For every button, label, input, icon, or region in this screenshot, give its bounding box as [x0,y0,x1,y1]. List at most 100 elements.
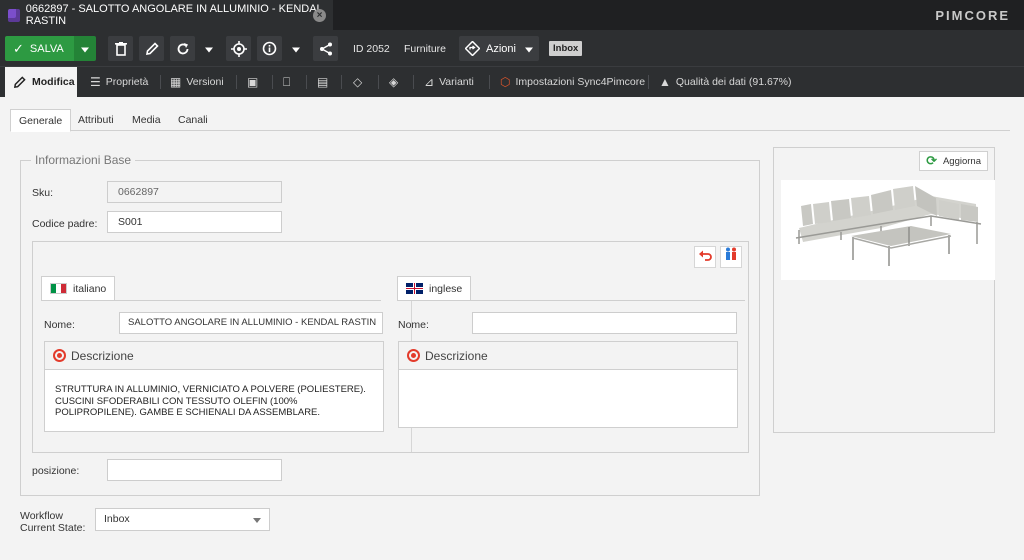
reload-button[interactable] [170,36,195,61]
reload-icon [177,42,188,54]
description-panel-en: Descrizione [398,341,738,428]
description-title: Descrizione [425,348,488,363]
calendar-icon: ▣ [247,75,259,89]
tab-label: Proprietà [105,76,149,88]
name-field-en[interactable] [472,312,737,334]
tab-label: Modifica [32,76,75,88]
tab-label: Impostazioni Sync4Pimcore [515,76,646,88]
tab-attributi[interactable]: Attributi [70,109,122,131]
description-editor-it[interactable]: STRUTTURA IN ALLUMINIO, VERNICIATO A POL… [45,370,383,433]
show-in-tree-button[interactable] [226,36,251,61]
toolbar: ✓ SALVA ID 2052 Furniture Azioni Inbox [0,30,1024,66]
tab-notes[interactable]: ▤ [317,67,333,97]
editor-tabs: Modifica ☰ Proprietà ▦ Versioni ▣ ⎕ ▤ ◇ … [0,66,1024,97]
position-label: posizione: [32,465,80,477]
pencil-icon [13,75,26,88]
actions-button[interactable]: Azioni [459,36,539,61]
sku-field[interactable]: 0662897 [107,181,282,203]
rename-button[interactable] [139,36,164,61]
chevron-down-icon [524,47,533,52]
description-panel-it: Descrizione STRUTTURA IN ALLUMINIO, VERN… [44,341,384,432]
sync-icon: ⬡ [500,75,511,89]
document-tab[interactable]: 0662897 - SALOTTO ANGOLARE IN ALLUMINIO … [0,0,333,30]
name-field-it[interactable]: SALOTTO ANGOLARE IN ALLUMINIO - KENDAL R… [119,312,383,334]
refresh-icon: ⟳ [926,153,937,168]
close-tab-icon[interactable]: × [313,9,326,22]
chevron-down-icon [253,518,261,523]
preview-image-panel: ⟳ Aggiorna [773,147,995,433]
tab-varianti[interactable]: ⊿ Varianti [424,67,474,97]
tab-sync4pimcore[interactable]: ⬡ Impostazioni Sync4Pimcore [500,67,645,97]
tab-bookmarks[interactable]: ⎕ [283,67,295,97]
object-id: ID 2052 [353,43,390,55]
save-dropdown-button[interactable] [74,36,96,61]
tab-canali[interactable]: Canali [170,109,216,131]
refresh-image-button[interactable]: ⟳ Aggiorna [919,151,988,171]
versions-icon: ▦ [170,75,182,89]
undo-button[interactable] [694,246,716,268]
bookmark-icon: ⎕ [283,74,291,89]
translate-button[interactable] [720,246,742,268]
sku-label: Sku: [32,187,54,199]
tab-modifica[interactable]: Modifica [5,67,77,97]
share-button[interactable] [313,36,338,61]
reload-dropdown-button[interactable] [201,36,217,61]
brand-logo: PIMCORE [935,8,1010,23]
basic-info-fieldset: Informazioni Base Sku: 0662897 Codice pa… [20,153,760,496]
tab-locale-italiano[interactable]: italiano [41,276,116,300]
locale-tab-label: italiano [73,282,107,295]
tab-label: Versioni [186,76,224,88]
product-image [781,180,995,280]
description-editor-en[interactable] [399,370,737,398]
tab-label: Varianti [439,76,474,88]
name-label-it: Nome: [44,319,75,331]
trash-icon [114,41,127,56]
undo-icon [698,250,712,261]
tab-proprieta[interactable]: ☰ Proprietà [90,67,148,97]
object-class: Furniture [404,43,447,55]
variants-icon: ⊿ [424,75,435,89]
sliders-icon: ☰ [90,75,101,89]
tab-locale-inglese[interactable]: inglese [397,276,472,300]
save-label: SALVA [29,42,64,55]
object-cube-icon [8,8,20,22]
fieldset-legend: Informazioni Base [31,153,136,167]
tab-generale[interactable]: Generale [10,109,72,132]
target-icon [53,349,66,362]
position-field[interactable] [107,459,282,481]
tab-label: Qualità dei dati (91.67%) [675,76,792,88]
tab-versioni[interactable]: ▦ Versioni [170,67,224,97]
workflow-state-select[interactable]: Inbox [95,508,270,531]
delete-button[interactable] [108,36,133,61]
chevron-down-icon [205,47,213,52]
chevron-down-icon [292,47,300,52]
quality-icon: ▲ [659,75,671,89]
workflow-state-badge: Inbox [549,41,583,56]
workflow-label: Workflow Current State: [20,510,86,534]
chevron-down-icon [81,47,89,52]
localized-tools [690,246,742,268]
workflow-state-value: Inbox [104,513,130,525]
share-icon [319,42,332,55]
refresh-label: Aggiorna [942,155,981,167]
name-label-en: Nome: [398,319,429,331]
parent-code-label: Codice padre: [32,218,98,230]
tab-data-quality[interactable]: ▲ Qualità dei dati (91.67%) [659,67,791,97]
inner-tabs: Generale Attributi Media Canali [10,109,1010,132]
save-button[interactable]: ✓ SALVA [5,36,74,61]
tab-media[interactable]: Media [124,109,169,131]
tab-workflow[interactable]: ◈ [389,67,403,97]
info-dropdown-button[interactable] [288,36,304,61]
document-tab-title: 0662897 - SALOTTO ANGOLARE IN ALLUMINIO … [25,3,323,27]
info-icon [262,41,277,56]
locale-tab-label: inglese [429,282,463,295]
sofa-illustration [795,186,982,266]
tab-schedule[interactable]: ▣ [247,67,263,97]
tab-tags[interactable]: ◇ [353,67,367,97]
users-icon [726,247,736,260]
target-icon [407,349,420,362]
workflow-icon: ◈ [389,75,399,89]
parent-code-field[interactable]: S001 [107,211,282,233]
info-button[interactable] [257,36,282,61]
actions-label: Azioni [486,42,516,55]
